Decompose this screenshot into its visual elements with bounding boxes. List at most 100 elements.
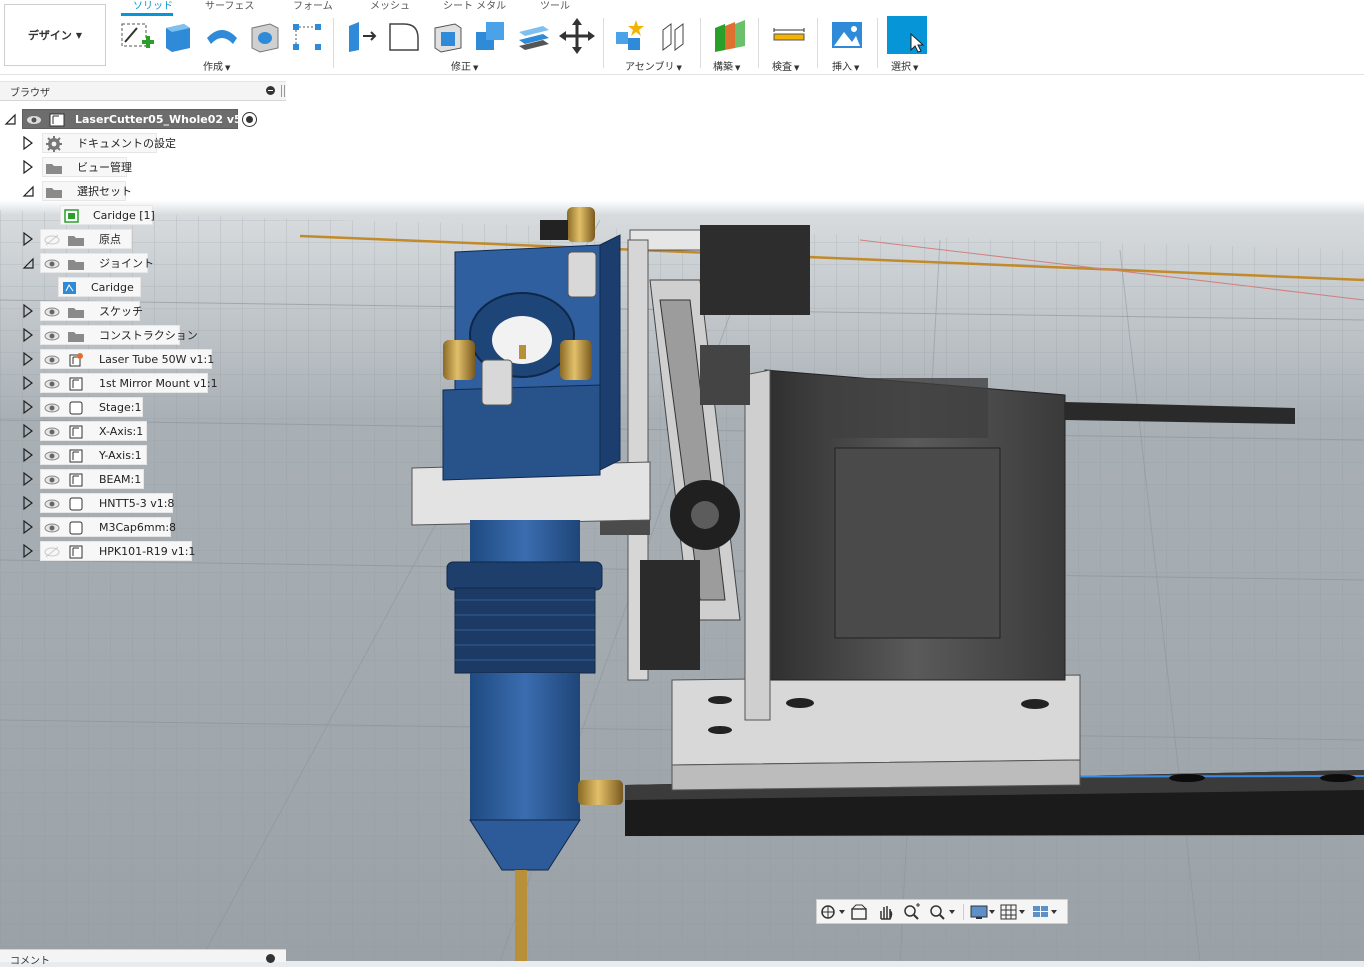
toolbar-separator	[877, 18, 878, 68]
folder-icon	[68, 332, 84, 342]
expand-arrow-icon[interactable]	[22, 136, 34, 150]
expand-arrow-icon[interactable]	[22, 400, 34, 414]
move-icon[interactable]	[558, 18, 596, 54]
toolbar: デザイン ▼ ソリッド サーフェス フォーム メッシュ シート メタル ツール …	[0, 0, 1364, 75]
eye-icon[interactable]	[44, 473, 60, 487]
folder-icon	[68, 260, 84, 270]
collapse-arrow-icon[interactable]	[22, 256, 34, 270]
body-icon	[69, 521, 83, 535]
workspace-label: デザイン	[27, 29, 72, 42]
eye-icon[interactable]	[44, 377, 60, 391]
eye-icon[interactable]	[44, 305, 60, 319]
eye-icon[interactable]	[44, 449, 60, 463]
shell-icon[interactable]	[429, 18, 467, 54]
expand-arrow-icon[interactable]	[4, 112, 16, 126]
expand-arrow-icon[interactable]	[22, 160, 34, 174]
tab-tools[interactable]: ツール	[540, 0, 570, 12]
joint-icon[interactable]	[655, 18, 693, 54]
select-icon[interactable]	[887, 16, 927, 54]
expand-arrow-icon[interactable]	[22, 376, 34, 390]
collapse-panel-icon[interactable]	[266, 86, 275, 95]
eye-hidden-icon[interactable]	[44, 233, 60, 247]
eye-icon[interactable]	[26, 113, 42, 127]
folder-icon	[68, 236, 84, 246]
active-tab-indicator	[121, 13, 173, 16]
expand-arrow-icon[interactable]	[22, 232, 34, 246]
offset-plane-icon[interactable]	[711, 18, 749, 54]
pattern-icon[interactable]	[289, 18, 327, 54]
tab-solid[interactable]: ソリッド	[133, 0, 173, 12]
assemble-menu[interactable]: アセンブリ ▼	[625, 58, 682, 73]
expand-arrow-icon[interactable]	[22, 304, 34, 318]
extrude-icon[interactable]	[160, 18, 198, 54]
tree-root[interactable]: LaserCutter05_Whole02 v5	[0, 109, 260, 129]
tab-form[interactable]: フォーム	[293, 0, 333, 12]
eye-hidden-icon[interactable]	[44, 545, 60, 559]
fillet-icon[interactable]	[386, 18, 424, 54]
eye-icon[interactable]	[44, 425, 60, 439]
fit-icon[interactable]	[927, 903, 957, 921]
eye-icon[interactable]	[44, 401, 60, 415]
create-menu[interactable]: 作成 ▼	[203, 58, 230, 73]
component-icon	[69, 425, 83, 439]
insert-image-icon[interactable]	[828, 18, 866, 54]
new-component-icon[interactable]	[610, 18, 648, 54]
folder-icon	[46, 188, 62, 198]
hole-icon[interactable]	[246, 18, 284, 54]
expand-arrow-icon[interactable]	[22, 472, 34, 486]
expand-arrow-icon[interactable]	[22, 496, 34, 510]
combine-icon[interactable]	[472, 18, 510, 54]
expand-arrow-icon[interactable]	[22, 520, 34, 534]
construct-menu[interactable]: 構築 ▼	[713, 58, 740, 73]
press-pull-icon[interactable]	[343, 18, 381, 54]
toolbar-separator	[758, 18, 759, 68]
new-sketch-icon[interactable]	[117, 18, 155, 54]
component-icon	[69, 545, 83, 559]
tab-sheet-metal[interactable]: シート メタル	[443, 0, 506, 12]
model-scene[interactable]	[0, 0, 1364, 961]
inspect-menu[interactable]: 検査 ▼	[772, 58, 799, 73]
viewports-icon[interactable]	[1031, 903, 1059, 921]
component-icon	[69, 449, 83, 463]
eye-icon[interactable]	[44, 497, 60, 511]
component-icon	[69, 377, 83, 391]
eye-icon[interactable]	[44, 521, 60, 535]
toolbar-separator	[333, 18, 334, 68]
measure-icon[interactable]	[770, 18, 808, 54]
expand-panel-icon[interactable]	[266, 954, 275, 963]
look-at-icon[interactable]	[849, 903, 871, 921]
expand-arrow-icon[interactable]	[22, 352, 34, 366]
tab-mesh[interactable]: メッシュ	[370, 0, 410, 12]
zoom-icon[interactable]	[901, 903, 923, 921]
display-settings-icon[interactable]	[969, 903, 997, 921]
tab-surface[interactable]: サーフェス	[205, 0, 254, 12]
toolbar-separator	[700, 18, 701, 68]
root-label: LaserCutter05_Whole02 v5	[75, 112, 242, 126]
expand-arrow-icon[interactable]	[22, 328, 34, 342]
activate-component-icon[interactable]	[242, 112, 257, 127]
expand-arrow-icon[interactable]	[22, 544, 34, 558]
expand-arrow-icon[interactable]	[22, 424, 34, 438]
workspace-switcher[interactable]: デザイン ▼	[4, 4, 106, 66]
chevron-down-icon: ▼	[75, 30, 83, 40]
offset-face-icon[interactable]	[515, 18, 553, 54]
orbit-icon[interactable]	[819, 903, 847, 921]
expand-arrow-icon[interactable]	[22, 448, 34, 462]
toolbar-separator	[817, 18, 818, 68]
document-component-icon	[49, 113, 65, 127]
browser-header: ブラウザ	[0, 81, 286, 101]
eye-icon[interactable]	[44, 353, 60, 367]
canvas-viewport[interactable]	[0, 0, 1364, 961]
body-icon	[69, 401, 83, 415]
body-icon	[69, 497, 83, 511]
panel-grip-icon[interactable]	[281, 85, 285, 97]
select-menu[interactable]: 選択 ▼	[891, 58, 918, 73]
collapse-arrow-icon[interactable]	[22, 184, 34, 198]
revolve-icon[interactable]	[203, 18, 241, 54]
grid-settings-icon[interactable]	[999, 903, 1027, 921]
eye-icon[interactable]	[44, 329, 60, 343]
modify-menu[interactable]: 修正 ▼	[451, 58, 478, 73]
insert-menu[interactable]: 挿入 ▼	[832, 58, 859, 73]
eye-icon[interactable]	[44, 257, 60, 271]
pan-icon[interactable]	[875, 903, 897, 921]
